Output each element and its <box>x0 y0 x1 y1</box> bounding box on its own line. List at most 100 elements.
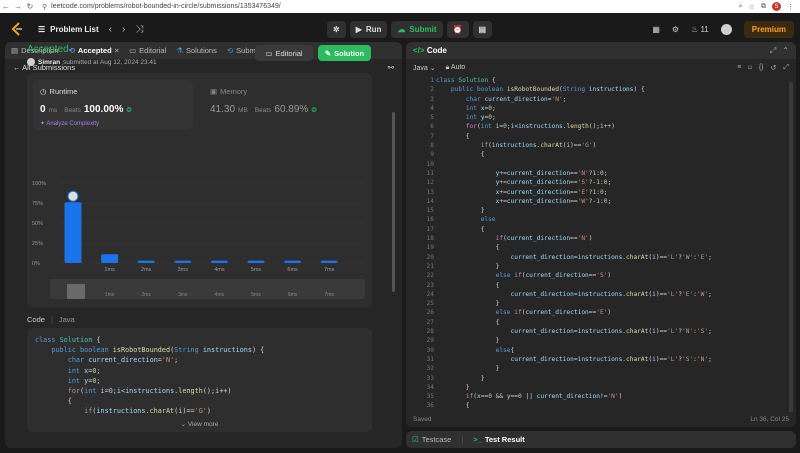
share-link-icon[interactable]: ⚯ <box>388 63 394 72</box>
bookmark-star-icon[interactable]: ☆ <box>749 3 755 11</box>
run-button[interactable]: ▶ Run <box>349 21 388 38</box>
y-tick-label: 0% <box>32 261 40 267</box>
tab-testcase[interactable]: ☑ Testcase <box>412 435 451 444</box>
tab-editorial[interactable]: ▭ Editorial <box>129 46 166 55</box>
code-editor[interactable]: 1 2 3 4 5 6 7 8 9 10 11 12 13 14 15 16 17 18 19 20 21 22 23 24 2… <box>406 76 789 409</box>
editorial-button-label: Editorial <box>275 48 303 58</box>
submitted-code[interactable]: class Solution { public boolean isRobotB… <box>27 328 372 432</box>
extensions-icon[interactable]: ⧉ <box>761 3 766 11</box>
user-avatar-small[interactable] <box>27 58 35 66</box>
prev-problem-icon[interactable]: ‹ <box>109 24 112 35</box>
bar-7ms <box>320 260 338 263</box>
forward-arrow-icon[interactable]: → <box>12 2 24 11</box>
range-label: 7ms <box>324 292 334 298</box>
x-tick-label: 6ms <box>287 267 298 273</box>
streak-count: 11 <box>700 25 709 34</box>
zoom-icon[interactable]: ⌕ <box>739 3 743 11</box>
browser-menu-icon[interactable]: ⋮ <box>787 3 794 11</box>
solution-button[interactable]: ✎ Solution <box>318 45 371 61</box>
y-tick-label: 50% <box>32 221 43 227</box>
layout-icon[interactable]: ▦ <box>652 25 660 34</box>
editorial-button[interactable]: ▭ Editorial <box>255 45 313 61</box>
next-problem-icon[interactable]: › <box>122 24 125 35</box>
collapse-icon[interactable]: ⌃ <box>782 46 789 56</box>
solution-button-label: Solution <box>334 48 365 58</box>
range-selector <box>50 279 365 299</box>
submission-status: Accepted <box>27 44 69 55</box>
tab-accepted-label: Accepted <box>77 46 112 55</box>
fullscreen-icon[interactable]: ⤢ <box>783 64 789 72</box>
shuffle-icon[interactable]: ⤨ <box>135 24 143 35</box>
saved-status: Saved <box>413 415 432 423</box>
site-info-icon[interactable]: ⚲ <box>42 3 47 11</box>
lock-icon: 🔒︎ <box>445 63 450 71</box>
notes-icon[interactable]: ≡ <box>737 64 741 72</box>
debug-button[interactable]: ✲ <box>327 21 346 38</box>
leetcode-logo-icon[interactable] <box>10 22 24 36</box>
streak-counter[interactable]: ♨ 11 <box>691 25 709 34</box>
user-avatar[interactable] <box>720 24 732 35</box>
tab-solutions-label: Solutions <box>186 46 217 55</box>
problem-list-link[interactable]: ☰ Problem List <box>38 25 99 34</box>
notes-icon: ▤ <box>478 25 487 34</box>
timer-button[interactable]: ⏰ <box>446 21 469 38</box>
tab-editorial-label: Editorial <box>139 46 167 55</box>
url-text: leetcode.com/problems/robot-bounded-in-c… <box>51 3 281 10</box>
language-select[interactable]: Java ⌄ <box>413 64 436 72</box>
problem-list-label: Problem List <box>50 24 99 34</box>
autocomplete-toggle[interactable]: 🔒︎ Auto <box>446 64 466 72</box>
fire-icon: ♨ <box>691 25 699 34</box>
braces-icon[interactable]: {} <box>759 64 764 72</box>
x-tick-label: 1ms <box>104 267 115 273</box>
view-more-button[interactable]: ⌄ View more <box>27 420 372 428</box>
bar-3ms <box>174 260 192 263</box>
code-panel-header: </> Code ⤢ ⌃ <box>406 42 796 59</box>
x-tick-label: 3ms <box>178 267 189 273</box>
tab-accepted[interactable]: ⟲ Accepted × <box>69 46 119 55</box>
left-scrollbar[interactable] <box>392 112 395 292</box>
premium-button[interactable]: Premium <box>743 21 794 38</box>
bookmark-icon[interactable]: ⌑ <box>748 64 752 72</box>
reload-icon[interactable]: ↻ <box>24 2 36 11</box>
profile-avatar[interactable]: S <box>772 2 781 11</box>
notes-button[interactable]: ▤ <box>472 21 493 38</box>
tab-test-result-label: Test Result <box>484 435 525 444</box>
accepted-icon: ⟲ <box>68 46 75 55</box>
list-icon: ☰ <box>38 24 46 34</box>
mode-value: Auto <box>450 63 466 71</box>
range-label: 5ms <box>251 292 261 298</box>
cloud-upload-icon: ☁ <box>397 25 406 34</box>
chevron-down-icon: ⌄ <box>180 421 187 428</box>
edit-icon: ✎ <box>324 48 332 58</box>
submission-info: Simran submitted at Aug 12, 2024 23:41 <box>27 58 157 66</box>
maximize-icon[interactable]: ⤢ <box>770 46 776 56</box>
submission-time: submitted at Aug 12, 2024 23:41 <box>63 58 157 66</box>
reset-icon[interactable]: ↺ <box>771 64 777 72</box>
tab-test-result[interactable]: >_ Test Result <box>473 435 524 444</box>
x-tick-label: 7ms <box>324 267 335 273</box>
user-avatar-marker <box>67 190 79 202</box>
console-tabbar: ☑ Testcase | >_ Test Result <box>406 431 796 448</box>
editor-scrollbar[interactable] <box>789 82 793 412</box>
address-bar[interactable]: ⚲ leetcode.com/problems/robot-bounded-in… <box>42 1 739 12</box>
y-tick-label: 100% <box>32 181 46 187</box>
back-arrow-icon[interactable]: ← <box>0 2 12 11</box>
run-label: Run <box>365 25 382 34</box>
range-label: 1ms <box>105 292 115 298</box>
code-section-label: Code <box>27 315 45 324</box>
range-label: 2ms <box>141 292 151 298</box>
tab-solutions[interactable]: ⚗ Solutions <box>176 46 217 55</box>
y-tick-label: 75% <box>32 201 43 207</box>
submission-user[interactable]: Simran <box>38 59 60 66</box>
code-title-label: Code <box>426 46 447 55</box>
range-label: 4ms <box>215 292 225 298</box>
settings-gear-icon[interactable]: ⚙ <box>672 25 679 34</box>
submissions-icon: ⟲ <box>226 46 234 55</box>
tab-testcase-label: Testcase <box>421 435 452 444</box>
stats-card: ◷ Runtime 0 ms Beats 100.00% ❂ ✦ Analyze … <box>27 73 372 307</box>
close-tab-icon[interactable]: × <box>115 46 119 55</box>
line-numbers: 1 2 3 4 5 6 7 8 9 10 11 12 13 14 15 16 17 18 19 20 21 22 23 24 2… <box>426 77 434 409</box>
code-panel-title: </> Code <box>413 46 447 55</box>
submit-button[interactable]: ☁ Submit <box>391 21 443 38</box>
solutions-icon: ⚗ <box>176 46 183 55</box>
